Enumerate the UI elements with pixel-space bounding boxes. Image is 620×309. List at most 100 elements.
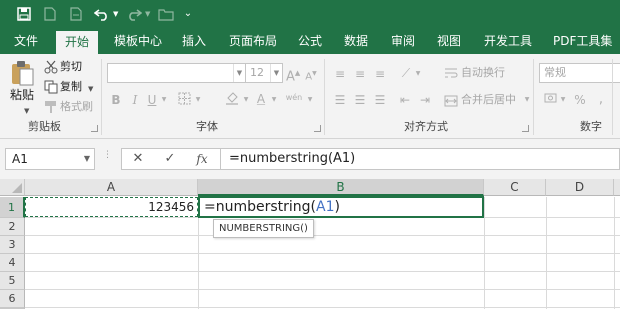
gridline [25,253,620,254]
tab-data[interactable]: 数据 [344,29,368,54]
row-header-3[interactable]: 3 [0,236,25,254]
name-box-value: A1 [12,152,28,166]
chevron-down-icon[interactable]: ▼ [84,149,90,169]
gridline [25,307,620,308]
row-header-4[interactable]: 4 [0,254,25,272]
clipboard-launcher-icon[interactable] [91,125,98,132]
underline-icon[interactable]: U [146,92,158,108]
name-box[interactable]: A1 ▼ [5,148,95,170]
format-painter-icon [44,99,58,113]
column-header-c[interactable]: C [484,179,546,196]
wrap-text-button[interactable]: 自动换行 [461,66,505,80]
redo-icon[interactable] [125,4,143,24]
alignment-launcher-icon[interactable] [522,125,529,132]
accounting-format-icon[interactable] [543,92,559,109]
column-header-b[interactable]: B [198,179,484,196]
align-left-icon[interactable]: ☰ [333,92,347,108]
tab-pdf-tools[interactable]: PDF工具集 [553,29,612,54]
increase-indent-icon[interactable]: ⇥ [418,92,432,108]
font-color-icon[interactable]: A [254,91,268,107]
tab-view[interactable]: 视图 [437,29,461,54]
formula-input[interactable]: =numberstring(A1) [220,148,620,170]
align-center-icon[interactable]: ☰ [353,92,367,108]
tab-developer[interactable]: 开发工具 [484,29,532,54]
undo-dropdown-icon[interactable]: ▼ [113,4,118,24]
cut-button[interactable]: 剪切 [60,60,82,74]
borders-icon[interactable] [176,92,192,109]
resize-handle[interactable]: ⋮ [103,151,112,165]
align-bottom-icon[interactable]: ≡ [373,66,387,82]
row-header-1[interactable]: 1 [0,197,25,218]
accounting-dropdown-icon[interactable]: ▼ [559,92,567,108]
merge-center-button[interactable]: 合并后居中 [461,93,516,107]
cell-a1[interactable]: 123456 [25,197,198,217]
gridline [25,235,620,236]
redo-dropdown-icon[interactable]: ▼ [145,4,150,24]
group-divider [101,59,102,135]
font-size-combo[interactable]: 12 ▼ [245,63,283,83]
align-top-icon[interactable]: ≡ [333,66,347,82]
chevron-down-icon: ▼ [233,64,245,82]
worksheet-grid: A B C D 1 2 3 4 5 6 123456 =numberstring… [0,179,620,309]
orientation-icon[interactable]: ⟋ [398,65,414,81]
grow-font-icon[interactable]: A▲ [286,65,300,85]
phonetic-guide-icon[interactable]: wén [284,91,304,105]
cell-b1-editing[interactable]: =numberstring(A1) [198,196,484,218]
borders-dropdown-icon[interactable]: ▼ [194,92,202,108]
alignment-group-label: 对齐方式 [404,120,448,133]
underline-dropdown-icon[interactable]: ▼ [160,92,168,108]
tab-page-layout[interactable]: 页面布局 [229,29,277,54]
comma-style-icon[interactable]: , [594,92,608,108]
align-middle-icon[interactable]: ≡ [353,66,367,82]
format-painter-button[interactable]: 格式刷 [60,100,93,114]
cancel-icon[interactable]: ✕ [128,149,148,169]
decrease-indent-icon[interactable]: ⇤ [398,92,412,108]
column-header-d[interactable]: D [546,179,614,196]
tab-file[interactable]: 文件 [14,29,38,54]
gridline [25,289,620,290]
number-format-combo[interactable]: 常规 [539,63,620,83]
font-size-value: 12 [250,66,264,79]
italic-icon[interactable]: I [130,92,140,108]
font-color-dropdown-icon[interactable]: ▼ [270,92,278,108]
tab-home[interactable]: 开始 [56,31,99,54]
bold-icon[interactable]: B [110,92,122,108]
tab-template-center[interactable]: 模板中心 [114,29,162,54]
ribbon-tabs: 文件 开始 模板中心 插入 页面布局 公式 数据 审阅 视图 开发工具 PDF工… [0,29,620,54]
phonetic-dropdown-icon[interactable]: ▼ [306,92,314,108]
merge-dropdown-icon[interactable]: ▼ [523,92,531,108]
wrap-text-icon [444,66,458,80]
font-name-combo[interactable]: ▼ [107,63,246,83]
row-header-5[interactable]: 5 [0,272,25,290]
fill-color-icon[interactable] [224,91,240,109]
copy-button[interactable]: 复制 [60,80,82,94]
paste-icon[interactable] [9,60,37,86]
row-header-2[interactable]: 2 [0,218,25,236]
column-header-a[interactable]: A [25,179,198,196]
customize-toolbar-icon[interactable]: ⌄ [182,4,194,24]
clipboard-group-label: 剪贴板 [28,120,61,133]
tab-review[interactable]: 审阅 [391,29,415,54]
undo-icon[interactable] [93,4,111,24]
new-file-icon[interactable] [42,4,58,24]
orientation-dropdown-icon[interactable]: ▼ [414,66,422,82]
percent-icon[interactable]: % [573,92,587,108]
fill-color-dropdown-icon[interactable]: ▼ [242,92,250,108]
enter-icon[interactable]: ✓ [160,149,180,169]
align-right-icon[interactable]: ☰ [373,92,387,108]
shrink-font-icon[interactable]: A▼ [304,66,318,85]
tab-insert[interactable]: 插入 [182,29,206,54]
insert-function-icon[interactable]: fx [192,149,212,169]
select-all-corner[interactable] [0,179,25,196]
row-header-6[interactable]: 6 [0,290,25,308]
font-launcher-icon[interactable] [314,125,321,132]
copy-dropdown-icon[interactable]: ▼ [88,82,93,96]
gridline [25,271,620,272]
open-file-icon[interactable] [68,4,84,24]
save-icon[interactable] [14,4,34,24]
tab-formulas[interactable]: 公式 [298,29,322,54]
paste-button[interactable]: 粘贴 [10,88,34,102]
paste-dropdown-icon[interactable]: ▼ [24,104,29,118]
folder-icon[interactable] [157,4,175,24]
function-tooltip: NUMBERSTRING() [213,219,314,238]
